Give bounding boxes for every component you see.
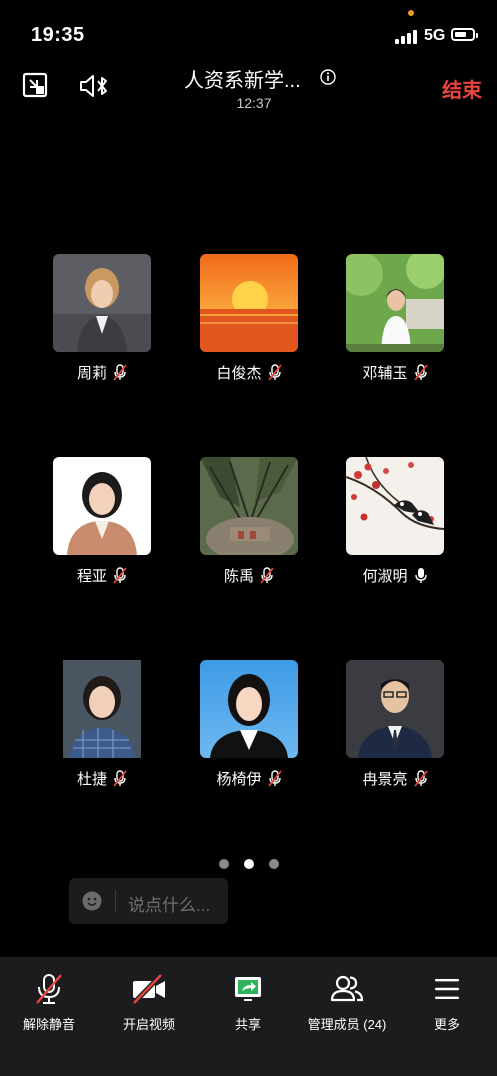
mic-on-icon [414, 567, 427, 583]
participant-name: 杨椅伊 [216, 770, 262, 788]
chat-divider [115, 890, 116, 912]
participant-tile[interactable]: 陈禹 [194, 457, 304, 585]
privacy-indicator-dot [408, 10, 414, 16]
chat-placeholder[interactable]: 说点什么... [128, 891, 210, 916]
mic-muted-icon [260, 566, 274, 584]
participant-tile[interactable]: 杜捷 [47, 660, 157, 788]
start-video-button[interactable]: 开启视频 [99, 973, 199, 1033]
participant-tile[interactable]: 杨椅伊 [194, 660, 304, 788]
page-indicator[interactable] [219, 859, 279, 869]
mic-muted-icon [113, 566, 127, 584]
page-dot[interactable] [219, 859, 229, 869]
meeting-duration: 12:37 [236, 95, 272, 111]
mic-muted-icon [113, 363, 127, 381]
participant-avatar [53, 660, 151, 758]
mic-muted-icon [36, 974, 62, 1004]
menu-icon [435, 979, 459, 999]
participant-tile[interactable]: 何淑明 [340, 457, 450, 585]
mic-muted-icon [413, 363, 428, 381]
more-label: 更多 [433, 1017, 460, 1032]
share-label: 共享 [234, 1017, 261, 1032]
manage-members-button[interactable]: 管理成员 (24) [297, 973, 397, 1033]
meeting-toolbar: 解除静音 开启视频 共享 管理成员 (24) 更多 [0, 957, 497, 1076]
participant-avatar [200, 660, 298, 758]
page-dot-active[interactable] [244, 859, 254, 869]
participant-avatar [200, 457, 298, 555]
mic-muted-icon [413, 769, 428, 787]
participant-tile[interactable]: 白俊杰 [194, 254, 304, 382]
participant-name: 周莉 [76, 364, 107, 382]
participant-name: 杜捷 [76, 770, 107, 788]
emoji-icon[interactable] [82, 891, 102, 911]
battery-icon [451, 28, 478, 41]
participant-tile[interactable]: 冉景亮 [340, 660, 450, 788]
mic-muted-icon [267, 769, 282, 787]
chat-input[interactable]: 说点什么... [69, 878, 228, 924]
info-icon[interactable] [320, 69, 336, 85]
video-off-icon [132, 973, 165, 1005]
participant-avatar [346, 254, 444, 352]
participant-avatar [53, 254, 151, 352]
participant-name: 邓辅玉 [362, 364, 408, 382]
share-screen-icon [235, 977, 261, 1001]
participant-name: 何淑明 [362, 567, 408, 585]
mic-muted-icon [113, 769, 127, 787]
share-button[interactable]: 共享 [198, 973, 298, 1033]
participant-avatar [346, 660, 444, 758]
participant-tile[interactable]: 邓辅玉 [340, 254, 450, 382]
members-icon [330, 975, 364, 1002]
status-time: 19:35 [31, 24, 85, 46]
meeting-screen: 19:35 5G 人资系新学... 12:37 结束 周莉 白俊杰 邓辅玉 程亚… [0, 0, 497, 1076]
page-dot[interactable] [269, 859, 279, 869]
participant-tile[interactable]: 周莉 [47, 254, 157, 382]
mic-muted-icon [267, 363, 282, 381]
participant-name: 程亚 [76, 567, 107, 585]
participant-avatar [346, 457, 444, 555]
participant-name: 冉景亮 [362, 770, 408, 788]
participant-name: 白俊杰 [216, 364, 262, 382]
cellular-signal-icon [395, 28, 419, 44]
meeting-title[interactable]: 人资系新学... [184, 64, 301, 93]
unmute-label: 解除静音 [22, 1017, 75, 1032]
network-type: 5G [424, 27, 446, 44]
start-video-label: 开启视频 [122, 1017, 175, 1032]
participant-name: 陈禹 [223, 567, 254, 585]
manage-members-label: 管理成员 (24) [307, 1017, 387, 1032]
participant-avatar [200, 254, 298, 352]
more-button[interactable]: 更多 [397, 973, 497, 1033]
end-meeting-button[interactable]: 结束 [442, 74, 482, 103]
participant-tile[interactable]: 程亚 [47, 457, 157, 585]
unmute-button[interactable]: 解除静音 [0, 973, 99, 1033]
participant-avatar [53, 457, 151, 555]
